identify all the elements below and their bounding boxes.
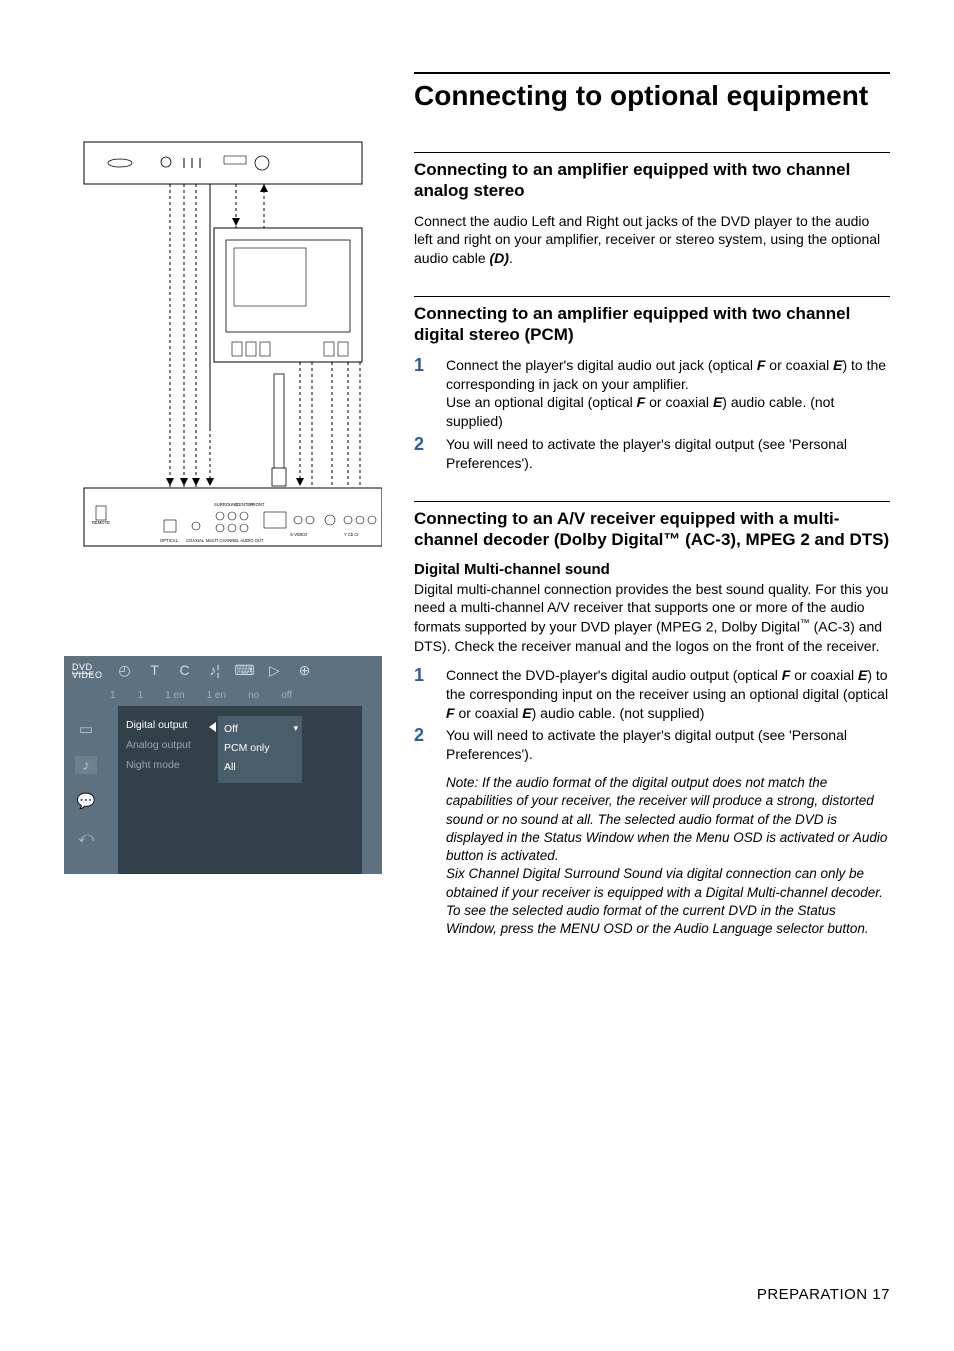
osd-options-panel: ▾ Off PCM only All: [210, 706, 362, 874]
status-val: off: [281, 690, 292, 701]
svg-text:SURROUND: SURROUND: [214, 502, 238, 507]
chevron-down-icon: ▾: [293, 720, 298, 736]
right-column: Connecting to optional equipment Connect…: [414, 72, 890, 966]
title-icon: T: [147, 662, 163, 678]
option-all: All: [224, 758, 296, 777]
status-val: 1 en: [165, 690, 184, 701]
step-number: 1: [414, 356, 432, 432]
subsection-heading: Digital Multi-channel sound: [414, 561, 890, 578]
note-text: Six Channel Digital Surround Sound via d…: [446, 865, 890, 901]
status-val: 1: [110, 690, 116, 701]
page-title: Connecting to optional equipment: [414, 80, 890, 112]
page-footer: PREPARATION 17: [757, 1286, 890, 1303]
section-analog-stereo: Connecting to an amplifier equipped with…: [414, 152, 890, 268]
play-icon: ▷: [267, 662, 283, 678]
svg-text:OPTICAL: OPTICAL: [160, 538, 179, 543]
note-text: Note: If the audio format of the digital…: [446, 774, 890, 865]
chapter-icon: C: [177, 662, 193, 678]
osd-menu-screenshot: DVD VIDEO ◴ T C ♪¦ ⌨ ▷ ⊕ 1 1 1 en 1 en: [64, 656, 382, 874]
dvd-logo: DVD VIDEO: [72, 661, 103, 679]
step-number: 1: [414, 666, 432, 723]
section-digital-pcm: Connecting to an amplifier equipped with…: [414, 296, 890, 473]
section-heading: Connecting to an amplifier equipped with…: [414, 159, 890, 202]
svg-text:REMOTE: REMOTE: [92, 520, 110, 525]
step-1: 1 Connect the player's digital audio out…: [414, 356, 890, 432]
step-2: 2 You will need to activate the player's…: [414, 726, 890, 938]
section-body: Connect the audio Left and Right out jac…: [414, 212, 890, 269]
osd-status-row: 1 1 1 en 1 en no off: [64, 684, 382, 706]
status-val: 1 en: [207, 690, 226, 701]
subtitle-icon: ⌨: [237, 662, 253, 678]
zoom-icon: ⊕: [297, 662, 313, 678]
note-text: To see the selected audio format of the …: [446, 902, 890, 938]
status-val: 1: [138, 690, 144, 701]
equalizer-icon: ♪¦: [207, 662, 223, 678]
section-heading: Connecting to an amplifier equipped with…: [414, 303, 890, 346]
svg-text:MULTI CHANNEL AUDIO OUT: MULTI CHANNEL AUDIO OUT: [206, 538, 264, 543]
svg-text:S-VIDEO: S-VIDEO: [290, 532, 308, 537]
menu-item-analog-output: Analog output: [126, 736, 202, 756]
option-pcm-only: PCM only: [224, 739, 296, 758]
step-number: 2: [414, 435, 432, 473]
left-column: SURROUND CENTER FRONT OPTICAL COAXIAL MU…: [64, 72, 382, 966]
osd-options-dropdown: ▾ Off PCM only All: [218, 716, 302, 783]
step-text: You will need to activate the player's d…: [446, 726, 890, 938]
picture-settings-icon: ▭: [75, 720, 97, 738]
step-2: 2 You will need to activate the player's…: [414, 435, 890, 473]
option-off: Off: [224, 720, 296, 739]
section-body: Digital multi-channel connection provide…: [414, 580, 890, 656]
clock-icon: ◴: [117, 662, 133, 678]
svg-text:Y Cb Cr: Y Cb Cr: [344, 532, 359, 537]
section-av-receiver: Connecting to an A/V receiver equipped w…: [414, 501, 890, 938]
osd-side-icons: ▭ ♪ 💬 ⤺: [64, 706, 108, 874]
back-icon: ⤺: [75, 828, 97, 846]
status-val: no: [248, 690, 259, 701]
section-heading: Connecting to an A/V receiver equipped w…: [414, 508, 890, 551]
menu-item-night-mode: Night mode: [126, 756, 202, 776]
connection-diagram: SURROUND CENTER FRONT OPTICAL COAXIAL MU…: [64, 128, 382, 608]
menu-item-digital-output: Digital output: [126, 716, 202, 736]
svg-text:COAXIAL: COAXIAL: [186, 538, 205, 543]
osd-submenu: Digital output Analog output Night mode: [118, 706, 210, 874]
osd-top-bar: DVD VIDEO ◴ T C ♪¦ ⌨ ▷ ⊕: [64, 656, 382, 684]
step-text: Connect the DVD-player's digital audio o…: [446, 666, 890, 723]
step-text: You will need to activate the player's d…: [446, 435, 890, 473]
language-settings-icon: 💬: [75, 792, 97, 810]
sound-settings-icon: ♪: [75, 756, 97, 774]
svg-text:FRONT: FRONT: [250, 502, 265, 507]
step-1: 1 Connect the DVD-player's digital audio…: [414, 666, 890, 723]
step-text: Connect the player's digital audio out j…: [446, 356, 890, 432]
step-number: 2: [414, 726, 432, 938]
